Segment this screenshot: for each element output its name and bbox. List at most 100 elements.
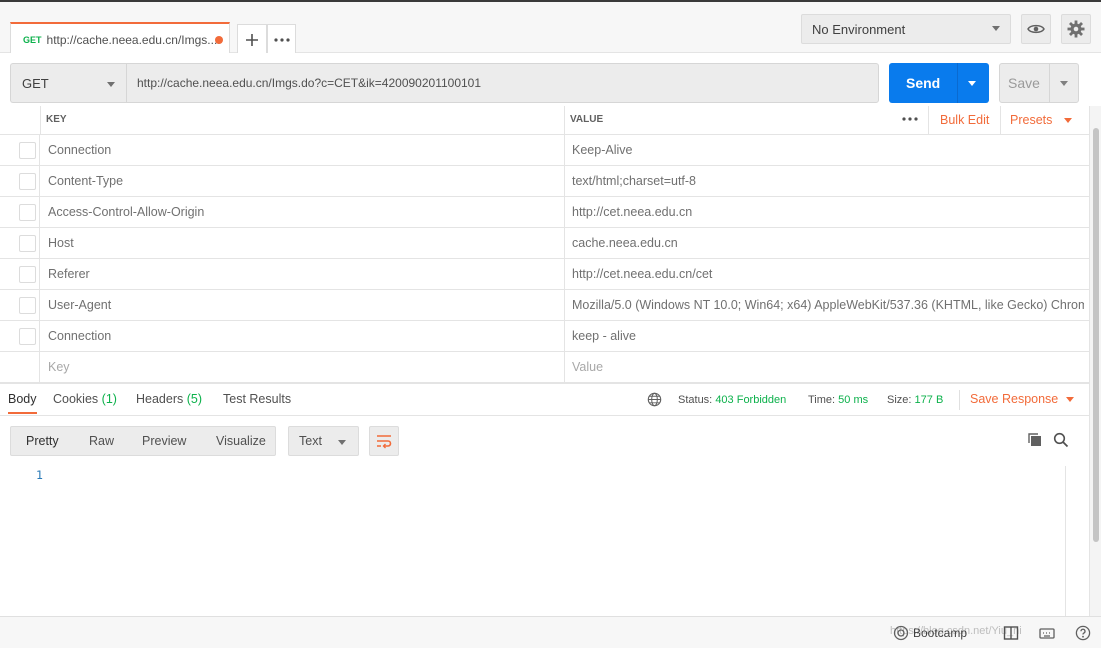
- tab-cookies[interactable]: Cookies (1): [53, 392, 117, 406]
- new-value-input[interactable]: Value: [572, 360, 1084, 374]
- send-button[interactable]: Send: [889, 63, 989, 103]
- view-visualize-button[interactable]: Visualize: [216, 434, 266, 448]
- column-divider: [928, 106, 929, 135]
- header-value[interactable]: http://cet.neea.edu.cn: [572, 205, 1084, 219]
- header-value[interactable]: text/html;charset=utf-8: [572, 174, 1084, 188]
- editor-scrollbar[interactable]: [1065, 466, 1079, 616]
- help-button[interactable]: [1074, 624, 1092, 642]
- tab-cookies-label: Cookies: [53, 392, 99, 406]
- keyboard-shortcuts-button[interactable]: [1038, 624, 1056, 642]
- tab-test-results[interactable]: Test Results: [223, 392, 291, 406]
- header-value[interactable]: Keep-Alive: [572, 143, 1084, 157]
- table-options-button[interactable]: [902, 110, 918, 124]
- save-button[interactable]: Save: [999, 63, 1079, 103]
- new-tab-button[interactable]: [237, 24, 267, 54]
- row-checkbox[interactable]: [19, 266, 36, 283]
- header-key[interactable]: Access-Control-Allow-Origin: [48, 205, 204, 219]
- table-row: Host cache.neea.edu.cn: [0, 228, 1089, 259]
- table-row: User-Agent Mozilla/5.0 (Windows NT 10.0;…: [0, 290, 1089, 321]
- checkbox-cell: [0, 352, 40, 382]
- row-checkbox[interactable]: [19, 173, 36, 190]
- wrap-lines-button[interactable]: [369, 426, 399, 456]
- header-key[interactable]: Referer: [48, 267, 90, 281]
- presets-dropdown[interactable]: Presets: [1010, 113, 1072, 127]
- header-value[interactable]: http://cet.neea.edu.cn/cet: [572, 267, 1084, 281]
- format-select[interactable]: Text: [288, 426, 359, 456]
- unsaved-dot-icon: [215, 36, 223, 44]
- search-button[interactable]: [1051, 430, 1071, 450]
- table-header: KEY VALUE Bulk Edit Presets: [0, 106, 1089, 135]
- new-key-input[interactable]: Key: [48, 360, 70, 374]
- plus-icon: [246, 33, 258, 46]
- gear-icon: [1067, 20, 1085, 38]
- header-key[interactable]: Host: [48, 236, 74, 250]
- method-label: GET: [22, 75, 49, 91]
- send-divider: [957, 63, 958, 103]
- scrollbar-thumb[interactable]: [1093, 128, 1099, 542]
- bootcamp-label[interactable]: Bootcamp: [913, 626, 967, 640]
- network-info-button[interactable]: [647, 392, 662, 410]
- table-row: Access-Control-Allow-Origin http://cet.n…: [0, 197, 1089, 228]
- bulk-edit-link[interactable]: Bulk Edit: [940, 113, 989, 127]
- bootcamp-button[interactable]: [892, 624, 910, 642]
- header-key[interactable]: User-Agent: [48, 298, 111, 312]
- time-value[interactable]: 50 ms: [838, 394, 868, 406]
- checkbox-cell: [0, 290, 40, 320]
- tab-title: http://cache.neea.edu.cn/Imgs....: [46, 32, 221, 47]
- row-checkbox[interactable]: [19, 204, 36, 221]
- header-value[interactable]: cache.neea.edu.cn: [572, 236, 1084, 250]
- environment-quick-look-button[interactable]: [1021, 14, 1051, 44]
- more-icon: [273, 37, 290, 42]
- request-tab[interactable]: GET http://cache.neea.edu.cn/Imgs....: [10, 22, 230, 55]
- tab-body[interactable]: Body: [8, 392, 37, 414]
- header-value[interactable]: keep - alive: [572, 329, 1084, 343]
- tab-options-button[interactable]: [267, 24, 296, 54]
- header-key[interactable]: Connection: [48, 143, 111, 157]
- environment-select[interactable]: No Environment: [801, 14, 1011, 44]
- chevron-down-icon: [1066, 397, 1075, 403]
- wrap-lines-icon: [377, 435, 392, 449]
- format-label: Text: [299, 434, 322, 448]
- main-scrollbar[interactable]: [1089, 106, 1101, 616]
- size-value[interactable]: 177 B: [915, 394, 944, 406]
- url-text: http://cache.neea.edu.cn/Imgs.do?c=CET&i…: [137, 76, 482, 90]
- copy-button[interactable]: [1025, 430, 1045, 450]
- header-key[interactable]: Connection: [48, 329, 111, 343]
- value-column-header: VALUE: [570, 114, 604, 125]
- eye-icon: [1027, 24, 1045, 34]
- header-key[interactable]: Content-Type: [48, 174, 123, 188]
- chevron-down-icon: [107, 82, 115, 87]
- new-header-row: Key Value: [0, 352, 1089, 383]
- column-divider: [564, 352, 565, 382]
- header-value[interactable]: Mozilla/5.0 (Windows NT 10.0; Win64; x64…: [572, 298, 1084, 312]
- tab-headers[interactable]: Headers (5): [136, 392, 202, 406]
- tab-bar: GET http://cache.neea.edu.cn/Imgs.... No…: [0, 0, 1101, 55]
- method-select[interactable]: GET: [10, 63, 126, 103]
- view-pretty-button[interactable]: Pretty: [26, 434, 59, 448]
- response-body-editor[interactable]: 1: [0, 462, 1089, 616]
- checkbox-cell: [0, 259, 40, 289]
- row-checkbox[interactable]: [19, 235, 36, 252]
- row-checkbox[interactable]: [19, 297, 36, 314]
- status-value[interactable]: 403 Forbidden: [715, 394, 786, 406]
- send-options-chevron-icon[interactable]: [968, 81, 976, 86]
- headers-table: KEY VALUE Bulk Edit Presets Connection K…: [0, 106, 1089, 383]
- request-url-bar: GET http://cache.neea.edu.cn/Imgs.do?c=C…: [0, 53, 1101, 113]
- save-divider: [1049, 64, 1050, 102]
- tab-method: GET: [23, 34, 42, 45]
- copy-icon: [1028, 433, 1041, 446]
- chevron-down-icon: [338, 440, 346, 445]
- save-options-chevron-icon[interactable]: [1060, 81, 1068, 86]
- save-label: Save: [1008, 75, 1040, 91]
- two-pane-view-button[interactable]: [1002, 624, 1020, 642]
- url-input[interactable]: http://cache.neea.edu.cn/Imgs.do?c=CET&i…: [126, 63, 879, 103]
- layout-columns-icon: [1003, 626, 1019, 640]
- view-raw-button[interactable]: Raw: [89, 434, 114, 448]
- row-checkbox[interactable]: [19, 328, 36, 345]
- row-checkbox[interactable]: [19, 142, 36, 159]
- view-mode-group: Pretty Raw Preview Visualize: [10, 426, 276, 456]
- column-divider: [564, 259, 565, 289]
- save-response-dropdown[interactable]: Save Response: [970, 392, 1075, 406]
- view-preview-button[interactable]: Preview: [142, 434, 186, 448]
- settings-button[interactable]: [1061, 14, 1091, 44]
